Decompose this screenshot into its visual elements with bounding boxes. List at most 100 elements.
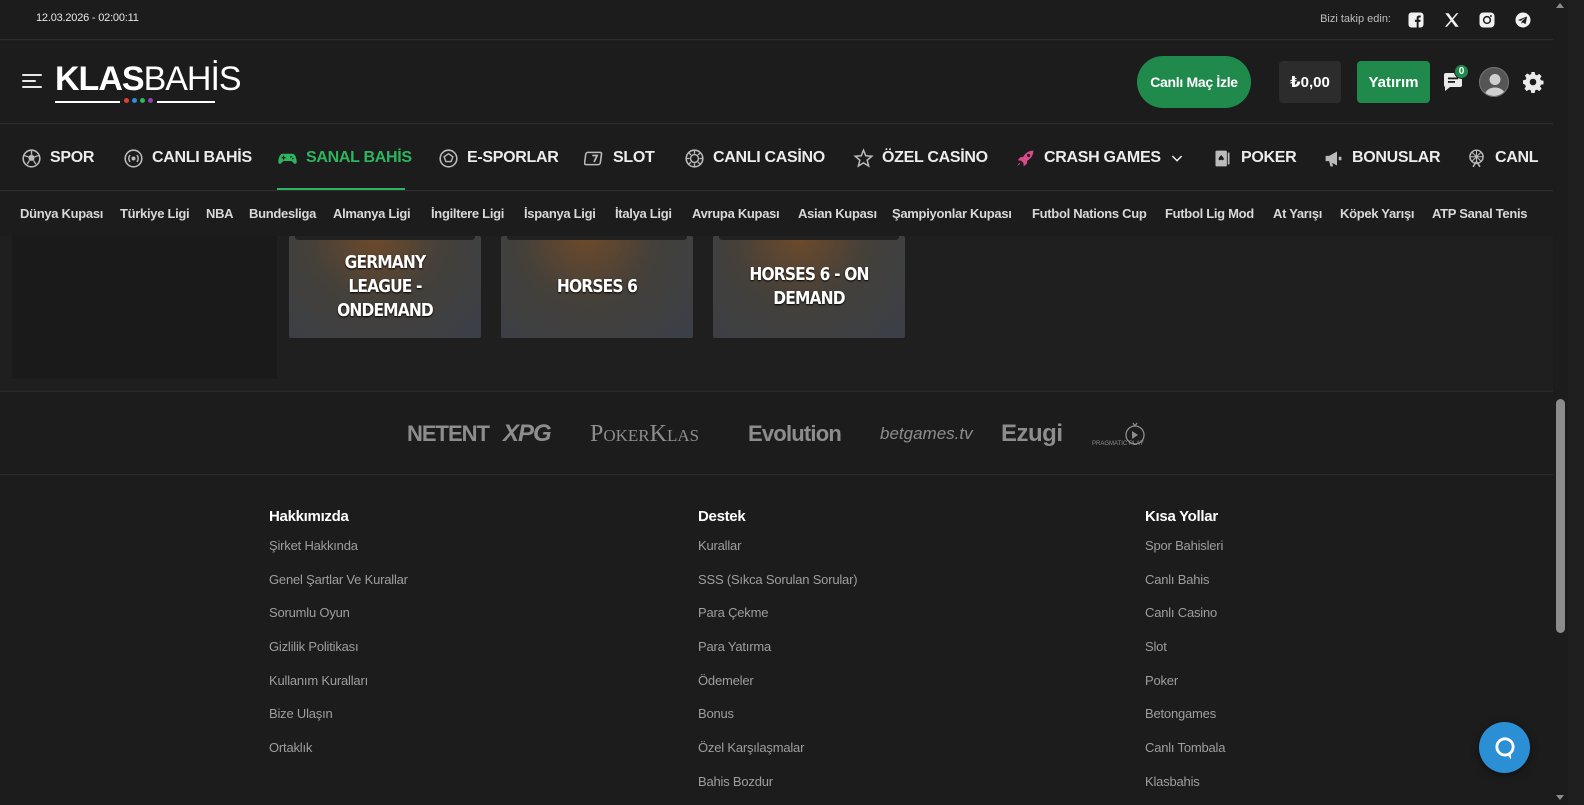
provider-logo-betgames[interactable]: betgames.tv bbox=[880, 420, 973, 448]
subnav-item[interactable]: Almanya Ligi bbox=[333, 206, 411, 221]
pragmatic-play-icon bbox=[1125, 422, 1145, 445]
nav-item-crash-games[interactable]: CRASH GAMES bbox=[1015, 125, 1185, 190]
footer-link[interactable]: Slot bbox=[1145, 639, 1225, 673]
footer-link[interactable]: Özel Karşılaşmalar bbox=[698, 740, 857, 774]
nav-item-label: CANL bbox=[1495, 149, 1539, 166]
playing-card-icon bbox=[1215, 150, 1230, 166]
footer-link[interactable]: Poker bbox=[1145, 673, 1225, 707]
nav-item-canli-tombala[interactable]: CANL bbox=[1466, 125, 1539, 190]
x-twitter-icon[interactable] bbox=[1442, 10, 1462, 30]
scroll-down-arrow[interactable] bbox=[1556, 795, 1564, 800]
follow-label: Bizi takip edin: bbox=[1320, 13, 1391, 25]
nav-item-spor[interactable]: SPOR bbox=[21, 125, 95, 190]
subnav-item[interactable]: Türkiye Ligi bbox=[120, 206, 190, 221]
nav-item-sanal-bahis[interactable]: SANAL BAHİS bbox=[277, 125, 412, 190]
provider-logo-ezugi[interactable]: Ezugi bbox=[1001, 420, 1063, 448]
subnav-item[interactable]: Bundesliga bbox=[249, 206, 316, 221]
ferris-wheel-icon bbox=[1469, 148, 1484, 167]
nav-item-label: CRASH GAMES bbox=[1044, 149, 1161, 166]
subnav-item[interactable]: ATP Sanal Tenis bbox=[1432, 206, 1528, 221]
footer-link[interactable]: Kullanım Kuralları bbox=[269, 673, 408, 707]
nav-item-label: BONUSLAR bbox=[1352, 149, 1441, 166]
game-card[interactable]: HORSES 6 bbox=[501, 236, 693, 338]
nav-item-slot[interactable]: SLOT bbox=[584, 125, 655, 190]
footer-link[interactable]: SSS (Sıkca Sorulan Sorular) bbox=[698, 572, 858, 606]
footer-link[interactable]: Bonus bbox=[698, 706, 857, 740]
avatar[interactable] bbox=[1479, 67, 1509, 97]
footer-column-title: Destek bbox=[698, 508, 746, 525]
footer-link[interactable]: Ortaklık bbox=[269, 740, 408, 774]
game-title: HORSES 6 - ON DEMAND bbox=[749, 264, 869, 309]
nav-item-e-sporlar[interactable]: E-SPORLAR bbox=[438, 125, 559, 190]
footer-link[interactable]: Şirket Hakkında bbox=[269, 538, 408, 572]
support-chat-button[interactable] bbox=[1479, 722, 1530, 773]
subnav-item[interactable]: İtalya Ligi bbox=[615, 206, 672, 221]
nav-item-poker[interactable]: POKER bbox=[1212, 125, 1297, 190]
deposit-button[interactable]: Yatırım bbox=[1357, 61, 1430, 103]
footer-link[interactable]: Spor Bahisleri bbox=[1145, 538, 1225, 572]
slot-seven-icon bbox=[584, 151, 603, 165]
nav-item-label: CANLI CASİNO bbox=[713, 149, 825, 166]
game-card[interactable]: GERMANY LEAGUE - ONDEMAND bbox=[289, 236, 481, 338]
footer-link[interactable]: Bize Ulaşın bbox=[269, 706, 408, 740]
footer-link[interactable]: Para Çekme bbox=[698, 605, 857, 639]
providers-strip: NETENT XPG PokerKlas Evolution betgames.… bbox=[0, 391, 1553, 475]
footer-link[interactable]: Klasbahis bbox=[1145, 774, 1225, 805]
nav-item-label: E-SPORLAR bbox=[467, 149, 559, 166]
footer-column-title: Hakkımızda bbox=[269, 508, 349, 525]
facebook-icon[interactable] bbox=[1406, 10, 1426, 30]
provider-logo-evolution[interactable]: Evolution bbox=[748, 420, 842, 448]
footer-link[interactable]: Gizlilik Politikası bbox=[269, 639, 408, 673]
subnav-item[interactable]: At Yarışı bbox=[1273, 206, 1322, 221]
nav-item-ozel-casino[interactable]: ÖZEL CASİNO bbox=[853, 125, 988, 190]
footer-link[interactable]: Canlı Casino bbox=[1145, 605, 1225, 639]
balance-display[interactable]: ₺0,00 bbox=[1279, 61, 1341, 103]
telegram-icon[interactable] bbox=[1513, 10, 1533, 30]
nav-item-canli-casino[interactable]: CANLI CASİNO bbox=[684, 125, 825, 190]
esports-icon bbox=[439, 148, 458, 168]
subnav-item[interactable]: Dünya Kupası bbox=[20, 206, 103, 221]
nav-item-canli-bahis[interactable]: CANLI BAHİS bbox=[123, 125, 252, 190]
nav-item-label: SLOT bbox=[613, 149, 655, 166]
footer-link[interactable]: Bahis Bozdur bbox=[698, 774, 857, 805]
subnav-item[interactable]: Köpek Yarışı bbox=[1340, 206, 1415, 221]
subnav-item[interactable]: NBA bbox=[206, 206, 234, 221]
instagram-icon[interactable] bbox=[1477, 10, 1497, 30]
subnav-item[interactable]: İspanya Ligi bbox=[524, 206, 596, 221]
gear-icon[interactable] bbox=[1521, 70, 1545, 94]
nav-item-label: CANLI BAHİS bbox=[152, 149, 252, 166]
footer-link[interactable]: Para Yatırma bbox=[698, 639, 857, 673]
footer-link[interactable]: Sorumlu Oyun bbox=[269, 605, 408, 639]
support-chat-icon bbox=[1494, 736, 1515, 759]
nav-item-label: POKER bbox=[1241, 149, 1297, 166]
game-title: GERMANY LEAGUE - ONDEMAND bbox=[337, 252, 434, 321]
sidebar-panel bbox=[12, 236, 277, 379]
main-nav: SPOR CANLI BAHİS SANAL BAHİS E-SPORLAR S… bbox=[0, 125, 1553, 191]
game-card[interactable]: HORSES 6 - ON DEMAND bbox=[713, 236, 905, 338]
subnav-item[interactable]: İngiltere Ligi bbox=[431, 206, 504, 221]
footer-link[interactable]: Betongames bbox=[1145, 706, 1225, 740]
logo[interactable]: KLASBAHİS bbox=[55, 61, 242, 107]
footer-link[interactable]: Genel Şartlar Ve Kurallar bbox=[269, 572, 408, 606]
subnav-item[interactable]: Futbol Lig Mod bbox=[1165, 206, 1254, 221]
watch-live-button[interactable]: Canlı Maç İzle bbox=[1137, 56, 1251, 108]
megaphone-icon bbox=[1325, 151, 1342, 166]
provider-logo-netent[interactable]: NETENT bbox=[407, 420, 490, 448]
subnav-item[interactable]: Futbol Nations Cup bbox=[1032, 206, 1147, 221]
menu-icon[interactable] bbox=[22, 74, 42, 90]
subnav-item[interactable]: Asian Kupası bbox=[798, 206, 877, 221]
subnav-item[interactable]: Şampiyonlar Kupası bbox=[892, 206, 1012, 221]
footer-link[interactable]: Canlı Tombala bbox=[1145, 740, 1225, 774]
nav-item-bonuslar[interactable]: BONUSLAR bbox=[1323, 125, 1441, 190]
provider-logo-xpg[interactable]: XPG bbox=[503, 420, 552, 448]
scroll-up-arrow[interactable] bbox=[1556, 3, 1564, 8]
footer-link[interactable]: Ödemeler bbox=[698, 673, 857, 707]
footer-link[interactable]: Canlı Bahis bbox=[1145, 572, 1225, 606]
nav-item-label: SPOR bbox=[50, 149, 95, 166]
header: KLASBAHİS Canlı Maç İzle ₺0,00 Yatırım 0 bbox=[0, 41, 1553, 124]
subnav-item[interactable]: Avrupa Kupası bbox=[692, 206, 780, 221]
footer-link[interactable]: Kurallar bbox=[698, 538, 857, 572]
scrollbar-thumb[interactable] bbox=[1556, 399, 1565, 633]
provider-logo-pokerklas[interactable]: PokerKlas bbox=[590, 420, 699, 448]
page-scrollbar[interactable] bbox=[1553, 0, 1568, 805]
